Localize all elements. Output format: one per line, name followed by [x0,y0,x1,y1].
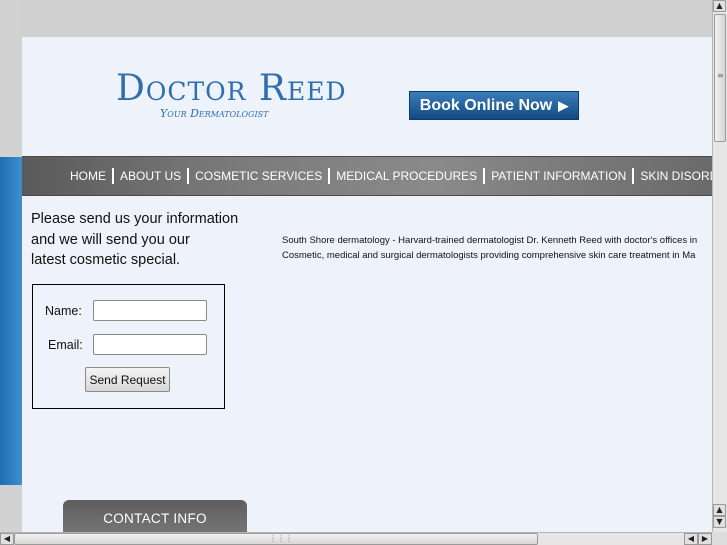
grip-icon: ≡ [717,71,724,80]
vertical-scrollbar[interactable]: ▲ ≡ ▲ ▼ [712,0,727,532]
contact-info-tab[interactable]: CONTACT INFO [63,500,247,532]
email-field[interactable] [93,334,207,355]
name-label: Name: [45,304,82,318]
left-accent-strip [0,157,22,485]
description-line: Cosmetic, medical and surgical dermatolo… [282,250,696,261]
grip-icon: ⋮⋮⋮ [269,534,293,543]
nav-item-medical-procedures[interactable]: MEDICAL PROCEDURES [330,169,483,183]
nav-item-about-us[interactable]: ABOUT US [114,169,187,183]
scroll-down-arrow-icon[interactable]: ▼ [713,516,726,528]
left-margin-bottom [0,485,22,532]
scrollbar-corner [712,532,727,545]
name-field[interactable] [93,300,207,321]
horizontal-scrollbar[interactable]: ◀ ⋮⋮⋮ ◀ ▶ [0,532,712,545]
logo-title: Doctor Reed [116,68,347,109]
form-intro-text: Please send us your information and we w… [31,209,251,271]
scroll-right-arrow-icon[interactable]: ▶ [698,533,712,545]
practice-description: South Shore dermatology - Harvard-traine… [282,233,712,263]
play-arrow-icon: ▶ [558,97,569,113]
intro-line: and we will send you our [31,231,190,248]
scroll-left-arrow-icon[interactable]: ◀ [0,533,14,545]
book-online-button[interactable]: Book Online Now ▶ [409,91,579,120]
nav-item-cosmetic-services[interactable]: COSMETIC SERVICES [189,169,328,183]
description-line: South Shore dermatology - Harvard-traine… [282,235,698,246]
left-margin-top [0,0,22,157]
book-online-label: Book Online Now [419,96,553,114]
email-label: Email: [48,338,83,352]
scroll-up-arrow-icon[interactable]: ▲ [713,504,726,516]
signup-form: Name: Email: Send Request [32,284,225,409]
site-logo[interactable]: Doctor Reed Your Dermatologist [116,69,346,129]
page-content: Doctor Reed Your Dermatologist Book Onli… [22,37,712,532]
horizontal-scroll-thumb[interactable]: ⋮⋮⋮ [14,533,538,545]
vertical-scroll-thumb[interactable]: ≡ [714,14,726,142]
scroll-up-arrow-icon[interactable]: ▲ [713,0,726,12]
scroll-left-arrow-icon[interactable]: ◀ [684,533,698,545]
nav-item-home[interactable]: HOME [64,169,112,183]
nav-item-patient-information[interactable]: PATIENT INFORMATION [485,169,632,183]
logo-subtitle: Your Dermatologist [160,107,269,120]
intro-line: Please send us your information [31,211,239,227]
nav-item-skin-disorder-info[interactable]: SKIN DISORDER INFO [634,169,712,183]
intro-line: latest cosmetic special. [31,252,181,268]
top-margin [22,0,712,37]
send-request-button[interactable]: Send Request [85,367,170,392]
main-navigation: HOME ABOUT US COSMETIC SERVICES MEDICAL … [22,156,712,196]
